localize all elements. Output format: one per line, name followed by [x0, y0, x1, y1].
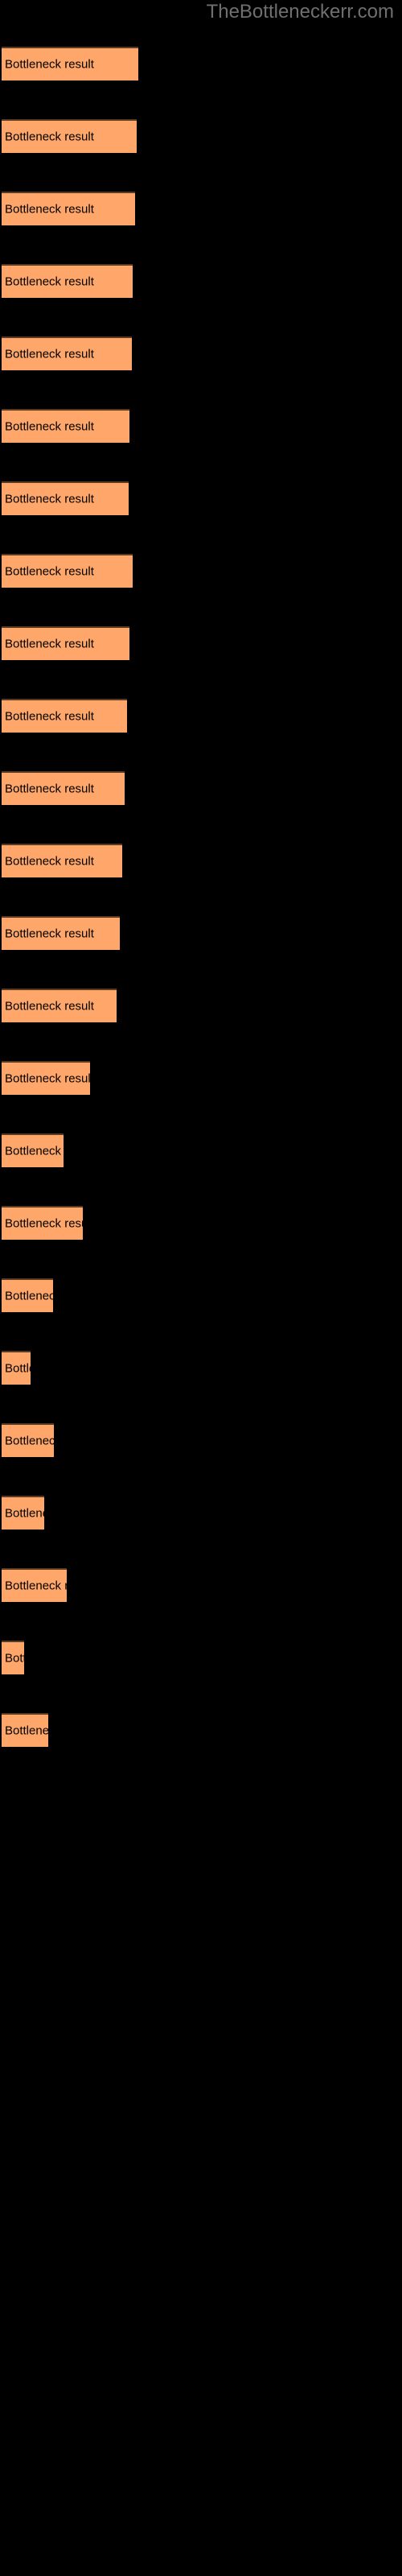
bottleneck-result-bar[interactable]: Bottleneck result	[2, 481, 129, 515]
bottleneck-result-bar[interactable]: Bottleneck result	[2, 119, 137, 153]
bottleneck-result-bar[interactable]: Bottleneck result	[2, 699, 127, 733]
bar-label: Bottleneck result	[5, 1724, 48, 1738]
bottleneck-result-bar[interactable]: Bottleneck result	[2, 1568, 67, 1602]
bar-label: Bottleneck result	[5, 1216, 83, 1231]
bottleneck-result-bar[interactable]: Bottleneck result	[2, 1423, 54, 1457]
bar-row: Bottleneck result	[0, 916, 402, 950]
bar-label: Bottleneck result	[5, 1651, 24, 1666]
bar-row: Bottleneck result	[0, 1496, 402, 1530]
bar-label: Bottleneck result	[5, 347, 94, 361]
bottleneck-result-bar[interactable]: Bottleneck result	[2, 626, 129, 660]
bar-row: Bottleneck result	[0, 481, 402, 515]
bar-row: Bottleneck result	[0, 1278, 402, 1312]
page-root: TheBottleneckerr.com Bottleneck result Bo…	[0, 0, 402, 2576]
bar-row: Bottleneck result	[0, 1641, 402, 1674]
bar-row: Bottleneck result	[0, 47, 402, 80]
bar-row: Bottleneck result	[0, 409, 402, 443]
bar-label: Bottleneck result	[5, 782, 94, 796]
bar-label: Bottleneck result	[5, 637, 94, 651]
bar-row: Bottleneck result	[0, 554, 402, 588]
bottleneck-result-bar[interactable]: Bottleneck result	[2, 1133, 64, 1167]
bar-label: Bottleneck result	[5, 927, 94, 941]
bar-label: Bottleneck result	[5, 419, 94, 434]
bar-row: Bottleneck result	[0, 989, 402, 1022]
bar-row: Bottleneck result	[0, 1133, 402, 1167]
bottleneck-result-bar[interactable]: Bottleneck result	[2, 1206, 83, 1240]
bottleneck-result-bar[interactable]: Bottleneck result	[2, 1278, 53, 1312]
bottleneck-result-bar[interactable]: Bottleneck result	[2, 409, 129, 443]
bar-row: Bottleneck result	[0, 1351, 402, 1385]
bottleneck-result-bar[interactable]: Bottleneck result	[2, 47, 138, 80]
bar-row: Bottleneck result	[0, 626, 402, 660]
bottleneck-result-bar[interactable]: Bottleneck result	[2, 844, 122, 877]
bar-label: Bottleneck result	[5, 709, 94, 724]
bottleneck-result-bar[interactable]: Bottleneck result	[2, 192, 135, 225]
bar-label: Bottleneck result	[5, 275, 94, 289]
bar-label: Bottleneck result	[5, 1506, 44, 1521]
bar-label: Bottleneck result	[5, 999, 94, 1013]
bottleneck-bar-chart: Bottleneck result Bottleneck result Bottle…	[0, 0, 402, 1771]
bar-row: Bottleneck result	[0, 1061, 402, 1095]
bottleneck-result-bar[interactable]: Bottleneck result	[2, 916, 120, 950]
bar-label: Bottleneck result	[5, 564, 94, 579]
bar-row: Bottleneck result	[0, 1713, 402, 1747]
bar-label: Bottleneck result	[5, 1289, 53, 1303]
bottleneck-result-bar[interactable]: Bottleneck result	[2, 989, 117, 1022]
bottleneck-result-bar[interactable]: Bottleneck result	[2, 264, 133, 298]
bar-row: Bottleneck result	[0, 192, 402, 225]
bottleneck-result-bar[interactable]: Bottleneck result	[2, 1496, 44, 1530]
bar-label: Bottleneck result	[5, 57, 94, 72]
bar-label: Bottleneck result	[5, 1144, 64, 1158]
bar-label: Bottleneck result	[5, 130, 94, 144]
bar-row: Bottleneck result	[0, 119, 402, 153]
bottleneck-result-bar[interactable]: Bottleneck result	[2, 554, 133, 588]
bar-label: Bottleneck result	[5, 1071, 90, 1086]
bar-label: Bottleneck result	[5, 854, 94, 869]
bar-row: Bottleneck result	[0, 264, 402, 298]
bar-row: Bottleneck result	[0, 771, 402, 805]
bar-label: Bottleneck result	[5, 1361, 31, 1376]
bottleneck-result-bar[interactable]: Bottleneck result	[2, 336, 132, 370]
bar-label: Bottleneck result	[5, 202, 94, 217]
bottleneck-result-bar[interactable]: Bottleneck result	[2, 1061, 90, 1095]
bar-row: Bottleneck result	[0, 844, 402, 877]
bar-label: Bottleneck result	[5, 1579, 67, 1593]
bar-row: Bottleneck result	[0, 1423, 402, 1457]
bottleneck-result-bar[interactable]: Bottleneck result	[2, 1713, 48, 1747]
bar-row: Bottleneck result	[0, 699, 402, 733]
bar-label: Bottleneck result	[5, 1434, 54, 1448]
bottleneck-result-bar[interactable]: Bottleneck result	[2, 1351, 31, 1385]
bar-row: Bottleneck result	[0, 1206, 402, 1240]
bottleneck-result-bar[interactable]: Bottleneck result	[2, 1641, 24, 1674]
bar-row: Bottleneck result	[0, 336, 402, 370]
bottleneck-result-bar[interactable]: Bottleneck result	[2, 771, 125, 805]
bar-label: Bottleneck result	[5, 492, 94, 506]
bar-row: Bottleneck result	[0, 1568, 402, 1602]
